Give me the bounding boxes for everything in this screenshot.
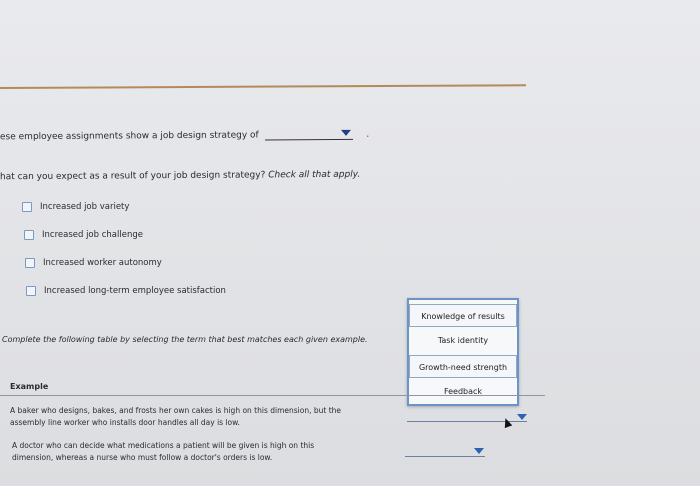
question-2-text: hat can you expect as a result of your j… xyxy=(0,170,266,183)
table-instruction: Complete the following table by selectin… xyxy=(2,335,368,344)
table-header-rule xyxy=(0,395,545,396)
chevron-down-icon[interactable] xyxy=(474,448,484,454)
term-dropdown-menu[interactable]: Knowledge of results Task identity Growt… xyxy=(407,298,519,406)
chevron-down-icon[interactable] xyxy=(517,414,527,420)
option-label: Increased worker autonomy xyxy=(43,258,162,268)
checkbox[interactable] xyxy=(24,230,34,240)
menu-item-growth-need-strength[interactable]: Growth-need strength xyxy=(409,355,517,378)
menu-item-task-identity[interactable]: Task identity xyxy=(409,329,517,352)
mouse-cursor-icon xyxy=(501,416,513,429)
checkbox[interactable] xyxy=(22,202,32,212)
job-design-strategy-dropdown[interactable] xyxy=(264,138,353,141)
menu-item-feedback[interactable]: Feedback xyxy=(409,380,517,403)
question-2-hint: Check all that apply. xyxy=(268,169,361,181)
question-1-text: ese employee assignments show a job desi… xyxy=(0,130,259,143)
option-label: Increased job variety xyxy=(40,202,130,212)
option-increased-job-challenge[interactable]: Increased job challenge xyxy=(24,230,143,240)
option-label: Increased long-term employee satisfactio… xyxy=(44,286,226,296)
chevron-down-icon[interactable] xyxy=(341,129,352,136)
option-label: Increased job challenge xyxy=(42,230,143,240)
checkbox[interactable] xyxy=(26,286,36,296)
table-header-example: Example xyxy=(10,382,49,391)
option-increased-long-term-satisfaction[interactable]: Increased long-term employee satisfactio… xyxy=(26,286,226,296)
table-row-2-line-2: dimension, whereas a nurse who must foll… xyxy=(12,453,273,462)
question-1: ese employee assignments show a job desi… xyxy=(0,130,369,143)
table-row-1-line-1: A baker who designs, bakes, and frosts h… xyxy=(10,406,342,415)
checkbox[interactable] xyxy=(25,258,35,268)
section-divider xyxy=(0,84,526,89)
table-row-2-line-1: A doctor who can decide what medications… xyxy=(12,441,315,450)
question-2: hat can you expect as a result of your j… xyxy=(0,170,360,183)
table-row-1-line-2: assembly line worker who installs door h… xyxy=(10,418,240,427)
row-2-answer-dropdown[interactable] xyxy=(405,456,485,457)
option-increased-job-variety[interactable]: Increased job variety xyxy=(22,202,129,212)
question-1-suffix: . xyxy=(366,129,370,140)
option-increased-worker-autonomy[interactable]: Increased worker autonomy xyxy=(25,258,162,268)
menu-item-knowledge-of-results[interactable]: Knowledge of results xyxy=(409,304,517,327)
